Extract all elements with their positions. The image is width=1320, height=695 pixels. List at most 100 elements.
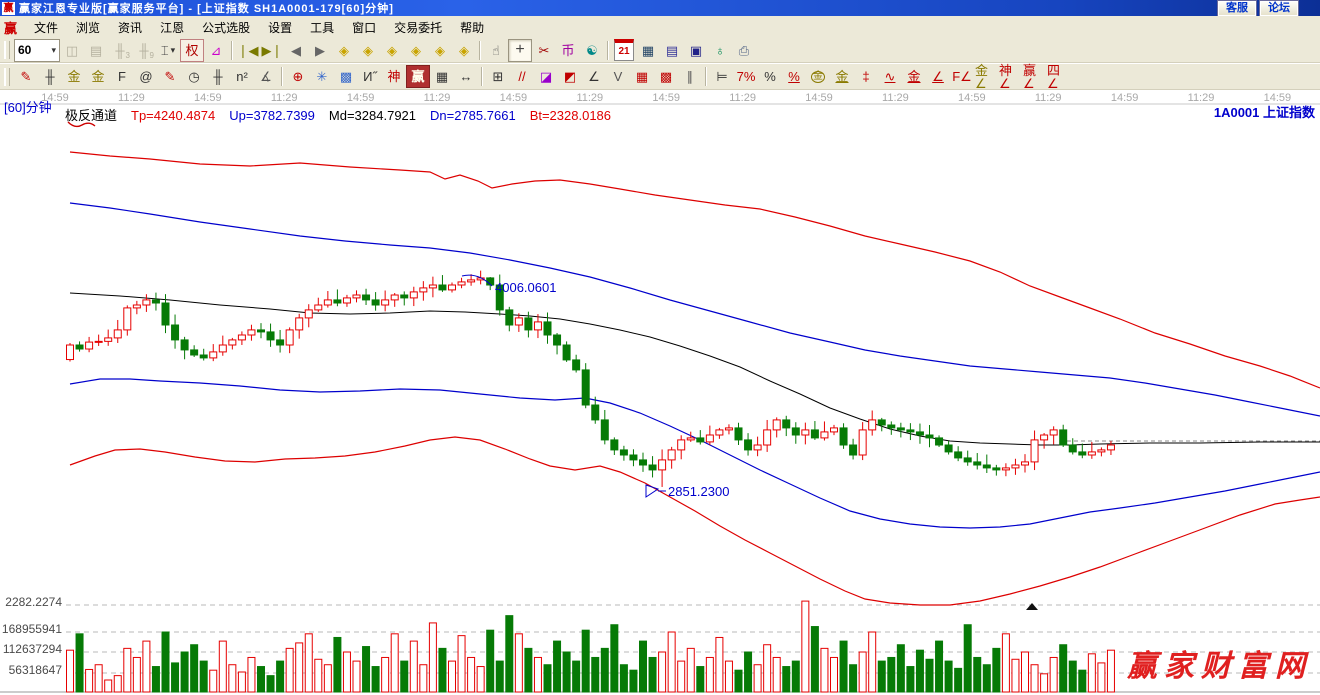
- angle-lines-icon[interactable]: ∠: [582, 65, 606, 88]
- menu-item-文件[interactable]: 文件: [25, 17, 67, 38]
- red-grid-icon[interactable]: ▦: [630, 65, 654, 88]
- volume-chart-icon[interactable]: ⊿: [204, 39, 228, 62]
- mark-pencil-icon[interactable]: ‡: [854, 65, 878, 88]
- gold-angle-icon[interactable]: 金∠: [974, 65, 998, 88]
- diamond-compress-icon[interactable]: ◈: [380, 39, 404, 62]
- menu-item-浏览[interactable]: 浏览: [67, 17, 109, 38]
- gold-circle-icon[interactable]: 金: [806, 65, 830, 88]
- golden-section-icon[interactable]: 金: [62, 65, 86, 88]
- volume-bar: [86, 669, 93, 692]
- toolbar-grip[interactable]: [4, 41, 10, 59]
- diamond-expand-icon[interactable]: ◈: [404, 39, 428, 62]
- note-icon[interactable]: ▤: [84, 39, 108, 62]
- candle-body: [277, 340, 284, 345]
- forum-button[interactable]: 论坛: [1260, 1, 1298, 16]
- shen-tool-icon[interactable]: 神: [382, 65, 406, 88]
- title-bar[interactable]: 赢 赢家江恩专业版[赢家服务平台] - [上证指数 SH1A0001-179[6…: [0, 0, 1320, 16]
- menu-item-窗口[interactable]: 窗口: [343, 17, 385, 38]
- menu-item-帮助[interactable]: 帮助: [451, 17, 493, 38]
- print-icon[interactable]: ⎙: [732, 39, 756, 62]
- restore-rights-icon[interactable]: 权: [180, 39, 204, 62]
- gann-draw-icon[interactable]: 币: [556, 39, 580, 62]
- ying-tool-icon[interactable]: 赢: [406, 65, 430, 88]
- kline-3-icon[interactable]: ╫3: [108, 39, 132, 62]
- red-grid-box-icon[interactable]: ▩: [654, 65, 678, 88]
- next-page-icon[interactable]: ▶: [308, 39, 332, 62]
- angle-red-icon[interactable]: ∠: [926, 65, 950, 88]
- kline-9-icon[interactable]: ╫9: [132, 39, 156, 62]
- chart-area[interactable]: 14:5911:2914:5911:2914:5911:2914:5911:29…: [0, 90, 1320, 695]
- percent-cut-icon[interactable]: 7%: [734, 65, 758, 88]
- application-window: 赢 赢家江恩专业版[赢家服务平台] - [上证指数 SH1A0001-179[6…: [0, 0, 1320, 695]
- toolbar-grip[interactable]: [4, 68, 10, 86]
- scale-tool-icon[interactable]: ⊨: [710, 65, 734, 88]
- rect-tool-icon[interactable]: ⊞: [486, 65, 510, 88]
- diamond-right-icon[interactable]: ◈: [356, 39, 380, 62]
- fibonacci-f-icon[interactable]: F: [110, 65, 134, 88]
- prev-page-icon[interactable]: ◀: [284, 39, 308, 62]
- candle-body: [238, 335, 245, 340]
- time-cycle-icon[interactable]: ◷: [182, 65, 206, 88]
- shen-angle-icon[interactable]: 神∠: [998, 65, 1022, 88]
- crosshair-tool-icon[interactable]: +: [508, 39, 532, 62]
- k-mark-icon[interactable]: И˝: [358, 65, 382, 88]
- last-page-icon[interactable]: ▶❘: [260, 39, 284, 62]
- diamond-zoom-out-icon[interactable]: ◈: [452, 39, 476, 62]
- gann-grid-icon[interactable]: ╫: [38, 65, 62, 88]
- volume-bar: [592, 657, 599, 692]
- parallel-lines-icon[interactable]: ∥: [678, 65, 702, 88]
- candle-body: [840, 428, 847, 445]
- candle-style-icon[interactable]: ⌶: [156, 39, 180, 62]
- menu-item-设置[interactable]: 设置: [259, 17, 301, 38]
- ying-angle-icon[interactable]: 赢∠: [1022, 65, 1046, 88]
- f-angle-icon[interactable]: F∠: [950, 65, 974, 88]
- box-rays-icon[interactable]: ◩: [558, 65, 582, 88]
- hand-tool-icon[interactable]: ☝: [484, 39, 508, 62]
- percent-icon[interactable]: %: [758, 65, 782, 88]
- cut-line-icon[interactable]: ✂: [532, 39, 556, 62]
- candle-body: [725, 428, 732, 430]
- fan-tool-icon[interactable]: ◪: [534, 65, 558, 88]
- overlay-chart-icon[interactable]: ◫: [60, 39, 84, 62]
- gold-lines-icon[interactable]: 金: [830, 65, 854, 88]
- ruler-grid-icon[interactable]: ╫: [206, 65, 230, 88]
- percent-line-icon[interactable]: %: [782, 65, 806, 88]
- notebook-icon[interactable]: ▤: [660, 39, 684, 62]
- diamond-left-icon[interactable]: ◈: [332, 39, 356, 62]
- time-axis-label: 11:29: [424, 92, 451, 104]
- calculator-icon[interactable]: ▦: [636, 39, 660, 62]
- save-icon[interactable]: ▣: [684, 39, 708, 62]
- wheel-in-wheel-icon[interactable]: ✳: [310, 65, 334, 88]
- pencil-tool-icon[interactable]: ✎: [14, 65, 38, 88]
- gann-circle-icon[interactable]: ⊕: [286, 65, 310, 88]
- customer-service-button[interactable]: 客服: [1218, 1, 1256, 16]
- rays-icon[interactable]: //: [510, 65, 534, 88]
- grid-123-icon[interactable]: ▦: [430, 65, 454, 88]
- menu-item-公式选股[interactable]: 公式选股: [193, 17, 259, 38]
- diamond-zoom-in-icon[interactable]: ◈: [428, 39, 452, 62]
- wave-icon[interactable]: ∿: [878, 65, 902, 88]
- width-adjust-icon[interactable]: ↔: [454, 65, 478, 88]
- golden-ratio-icon[interactable]: 金: [86, 65, 110, 88]
- menu-item-交易委托[interactable]: 交易委托: [385, 17, 451, 38]
- four-angle-icon[interactable]: 四∠: [1046, 65, 1070, 88]
- calendar-icon[interactable]: 21: [614, 39, 634, 61]
- n-square-icon[interactable]: n²: [230, 65, 254, 88]
- cloud-tool-icon[interactable]: ☯: [580, 39, 604, 62]
- menu-item-资讯[interactable]: 资讯: [109, 17, 151, 38]
- angle-measure-icon[interactable]: ∡: [254, 65, 278, 88]
- spiral-icon[interactable]: @: [134, 65, 158, 88]
- web-icon[interactable]: ♁: [708, 39, 732, 62]
- gold-underline-icon[interactable]: 金: [902, 65, 926, 88]
- first-page-icon[interactable]: ❘◀: [236, 39, 260, 62]
- candlestick-chart[interactable]: 14:5911:2914:5911:2914:5911:2914:5911:29…: [0, 90, 1320, 695]
- menu-item-工具[interactable]: 工具: [301, 17, 343, 38]
- volume-bar: [1031, 665, 1038, 692]
- brush-icon[interactable]: ✎: [158, 65, 182, 88]
- v-line-icon[interactable]: V: [606, 65, 630, 88]
- candle-body: [907, 430, 914, 432]
- menu-item-江恩[interactable]: 江恩: [151, 17, 193, 38]
- volume-bar: [1012, 659, 1019, 692]
- period-selector[interactable]: 60: [14, 39, 60, 62]
- nine-grid-icon[interactable]: ▩: [334, 65, 358, 88]
